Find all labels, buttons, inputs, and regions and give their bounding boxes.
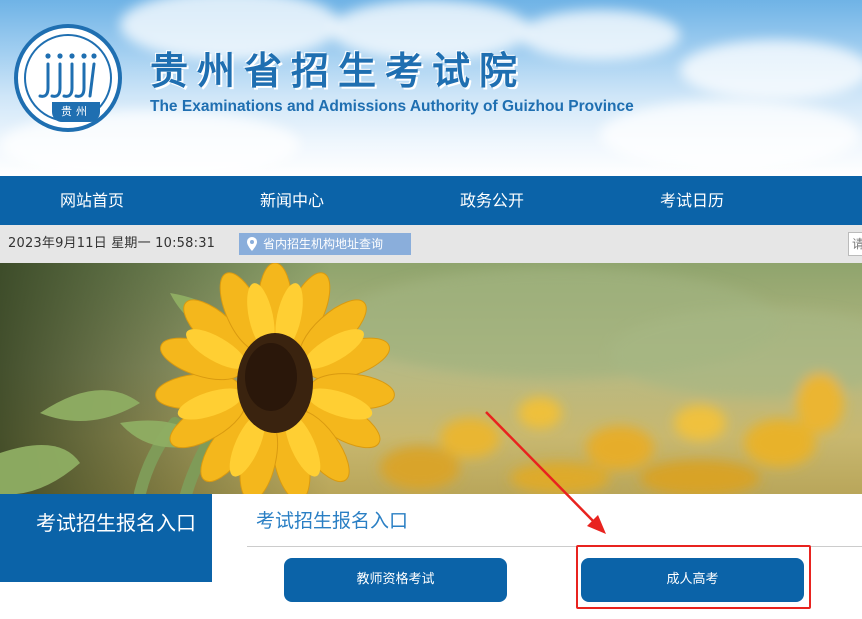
location-pin-icon xyxy=(247,237,257,251)
highlight-annotation-box xyxy=(576,545,811,609)
section-title: 考试招生报名入口 xyxy=(256,510,409,532)
current-datetime: 2023年9月11日 星期一 10:58:31 xyxy=(8,236,216,251)
nav-item-gov-affairs[interactable]: 政务公开 xyxy=(392,176,592,225)
info-bar: 2023年9月11日 星期一 10:58:31 省内招生机构地址查询 请 xyxy=(0,225,862,263)
logo-ring: 贵州 xyxy=(24,34,112,122)
address-query-label: 省内招生机构地址查询 xyxy=(263,237,384,251)
site-title: 贵州省招生考试院 xyxy=(150,48,527,93)
site-header: 贵州 贵州省招生考试院 The Examinations and Admissi… xyxy=(0,0,862,176)
logo-badge: 贵州 xyxy=(52,102,100,122)
sky-cloud xyxy=(600,100,860,170)
main-nav: 网站首页 新闻中心 政务公开 考试日历 院 xyxy=(0,176,862,225)
entry-section-label: 考试招生报名入口 xyxy=(0,494,212,582)
nav-item-news[interactable]: 新闻中心 xyxy=(192,176,392,225)
sky-cloud xyxy=(520,10,680,60)
teacher-qualification-exam-button[interactable]: 教师资格考试 xyxy=(284,558,507,602)
address-query-link[interactable]: 省内招生机构地址查询 xyxy=(239,233,411,255)
nav-item-institute[interactable]: 院 xyxy=(792,176,862,225)
sky-cloud xyxy=(680,40,862,100)
nav-item-exam-calendar[interactable]: 考试日历 xyxy=(592,176,792,225)
search-input[interactable]: 请 xyxy=(848,232,862,256)
nav-item-home[interactable]: 网站首页 xyxy=(0,176,192,225)
sunflower-banner xyxy=(0,263,862,494)
site-logo[interactable]: 贵州 xyxy=(14,24,122,132)
site-subtitle: The Examinations and Admissions Authorit… xyxy=(150,98,634,115)
